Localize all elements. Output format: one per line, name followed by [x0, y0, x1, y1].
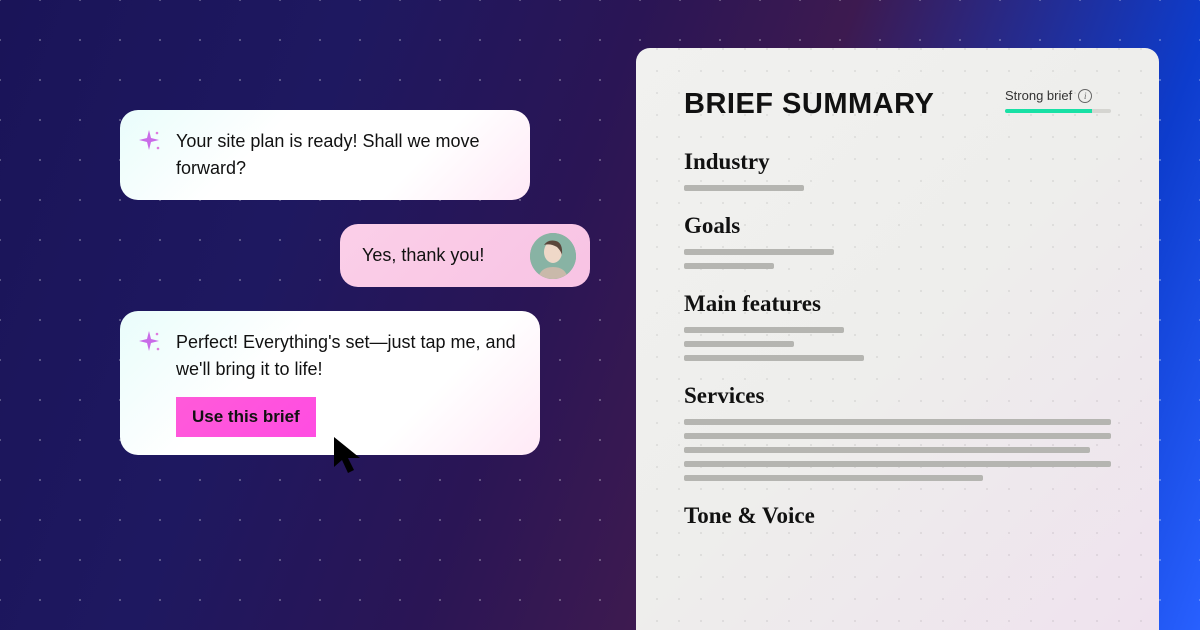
section-main-features: Main features [684, 291, 1111, 361]
panel-title: BRIEF SUMMARY [684, 88, 934, 121]
placeholder-line [684, 419, 1111, 425]
strength-label: Strong brief [1005, 88, 1072, 103]
placeholder-line [684, 433, 1111, 439]
ai-message-bubble: Perfect! Everything's set—just tap me, a… [120, 311, 540, 455]
ai-message-text: Perfect! Everything's set—just tap me, a… [176, 332, 516, 379]
cursor-icon [330, 435, 368, 480]
placeholder-line [684, 341, 794, 347]
placeholder-line [684, 355, 864, 361]
section-tone-voice: Tone & Voice [684, 503, 1111, 529]
brief-summary-panel: BRIEF SUMMARY Strong brief i Industry Go… [636, 48, 1159, 630]
placeholder-line [684, 475, 983, 481]
user-avatar [530, 233, 576, 279]
placeholder-line [684, 461, 1111, 467]
placeholder-line [684, 263, 774, 269]
use-this-brief-button[interactable]: Use this brief [176, 397, 316, 437]
section-services: Services [684, 383, 1111, 481]
section-industry: Industry [684, 149, 1111, 191]
placeholder-line [684, 447, 1090, 453]
section-heading: Goals [684, 213, 1111, 239]
user-message-bubble: Yes, thank you! [340, 224, 590, 287]
section-heading: Main features [684, 291, 1111, 317]
ai-message-bubble: Your site plan is ready! Shall we move f… [120, 110, 530, 200]
info-icon[interactable]: i [1078, 89, 1092, 103]
placeholder-line [684, 249, 834, 255]
ai-message-text: Your site plan is ready! Shall we move f… [176, 131, 480, 178]
user-message-text: Yes, thank you! [362, 245, 484, 265]
sparkle-icon [136, 329, 162, 363]
brief-strength-indicator: Strong brief i [1005, 88, 1111, 113]
chat-thread: Your site plan is ready! Shall we move f… [120, 110, 590, 479]
section-goals: Goals [684, 213, 1111, 269]
placeholder-line [684, 327, 844, 333]
sparkle-icon [136, 128, 162, 162]
strength-bar-fill [1005, 109, 1092, 113]
section-heading: Tone & Voice [684, 503, 1111, 529]
section-heading: Services [684, 383, 1111, 409]
placeholder-line [684, 185, 804, 191]
section-heading: Industry [684, 149, 1111, 175]
strength-bar [1005, 109, 1111, 113]
